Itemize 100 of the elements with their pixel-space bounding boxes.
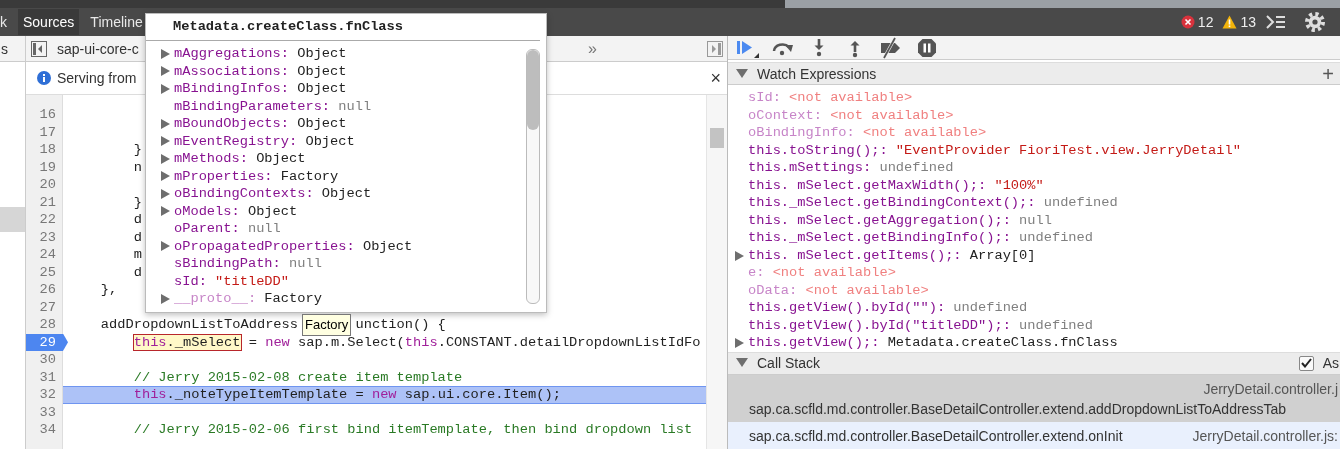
tooltip: Factory <box>302 314 352 336</box>
watch-expression[interactable]: this.toString();: "EventProvider FioriTest.view.JerryDetail" <box>748 141 1241 160</box>
line-number[interactable]: 31 <box>26 368 62 386</box>
line-number[interactable]: 18 <box>26 141 62 159</box>
object-property[interactable]: mAssociations: Object <box>174 62 347 80</box>
panel-tab[interactable]: k <box>0 9 12 35</box>
expand-triangle-icon[interactable] <box>161 293 170 304</box>
scrollbar-thumb[interactable] <box>710 128 724 148</box>
expand-triangle-icon[interactable] <box>161 188 170 199</box>
code-line: n <box>132 159 142 175</box>
object-property[interactable]: sBindingPath: null <box>174 255 322 273</box>
line-number[interactable]: 27 <box>26 298 62 316</box>
object-property[interactable]: mMethods: Object <box>174 150 306 168</box>
expand-triangle-icon[interactable] <box>161 241 170 252</box>
code-line: } <box>132 142 142 157</box>
call-frame[interactable]: sap.ca.scfld.md.controller.BaseDetailController.extend.onInit JerryDetail.controller.js: <box>728 422 1340 449</box>
object-property[interactable]: mBindingParameters: null <box>174 97 372 115</box>
collapse-triangle-icon[interactable] <box>736 68 748 79</box>
warning-icon <box>1222 15 1238 29</box>
code-line: d <box>132 229 142 245</box>
line-number[interactable]: 22 <box>26 211 62 229</box>
info-icon <box>37 71 51 85</box>
expand-triangle-icon[interactable] <box>161 171 170 182</box>
info-message: Serving from <box>57 70 137 86</box>
line-number[interactable]: 30 <box>26 351 62 369</box>
line-number[interactable]: 29 <box>26 333 68 351</box>
file-tab[interactable]: sap-ui-core-c <box>57 40 139 57</box>
watch-expression[interactable]: this._mSelect.getBindingContext();: undefined <box>748 194 1118 212</box>
call-frame[interactable]: JerryDetail.controller.j sap.ca.scfld.md.controller.BaseDetailController.extend.addDropdownListToAddressTab <box>728 375 1340 422</box>
code-line: // Jerry 2015-02-08 create item template <box>132 369 463 385</box>
line-number[interactable]: 34 <box>26 421 62 439</box>
watch-expression[interactable]: this. mSelect.getItems();: Array[0] <box>748 246 1036 265</box>
watch-expression[interactable]: this.mSettings: undefined <box>748 159 954 177</box>
object-property[interactable]: mAggregations: Object <box>174 45 347 63</box>
watch-expression[interactable]: this. mSelect.getMaxWidth();: "100%" <box>748 176 1044 195</box>
line-number[interactable]: 19 <box>26 158 62 176</box>
code-line: m <box>132 247 142 262</box>
code-line: d <box>132 212 142 227</box>
expand-triangle-icon[interactable] <box>161 83 170 94</box>
object-property[interactable]: oModels: Object <box>174 202 298 220</box>
object-property[interactable]: mEventRegistry: Object <box>174 132 355 150</box>
checkmark-icon <box>1300 358 1312 369</box>
frame-function: sap.ca.scfld.md.controller.BaseDetailController.extend.onInit <box>749 427 1123 446</box>
expand-triangle-icon[interactable] <box>735 250 744 261</box>
frame-location: JerryDetail.controller.j <box>1203 380 1338 399</box>
expand-triangle-icon[interactable] <box>735 338 744 349</box>
panel-tab[interactable]: Timeline <box>85 9 148 35</box>
close-button[interactable]: × <box>710 67 721 89</box>
object-property[interactable]: mBoundObjects: Object <box>174 115 347 133</box>
watch-expression[interactable]: this.getView().byId(""): undefined <box>748 299 1028 317</box>
error-icon <box>1180 15 1195 29</box>
code-line: unction() { <box>355 317 446 332</box>
line-number[interactable]: 33 <box>26 403 62 421</box>
code-line: this._noteTypeItemTemplate = new sap.ui.core.Item(); <box>132 387 561 402</box>
call-stack-header[interactable]: Call Stack As <box>728 351 1340 375</box>
object-property[interactable]: mProperties: Factory <box>174 167 339 185</box>
watch-expression[interactable]: this.getView().byId("titleDD");: undefined <box>748 316 1093 335</box>
async-checkbox[interactable] <box>1298 355 1314 371</box>
error-count: 12 <box>1197 14 1214 30</box>
line-number[interactable]: 17 <box>26 123 62 141</box>
expand-triangle-icon[interactable] <box>161 66 170 77</box>
watch-expression[interactable]: this._mSelect.getBindingInfo();: undefined <box>748 229 1093 247</box>
line-number[interactable]: 21 <box>26 193 62 211</box>
watch-expression[interactable]: this.getView();: Metadata.createClass.fnClass <box>748 334 1118 352</box>
line-number[interactable]: 23 <box>26 228 62 246</box>
line-number[interactable]: 20 <box>26 176 62 194</box>
line-number[interactable]: 28 <box>26 316 62 334</box>
panel-toggle-icon[interactable] <box>707 40 723 57</box>
overflow-button[interactable]: » <box>588 39 597 58</box>
panel-tab[interactable]: Sources <box>18 9 80 35</box>
code-line: } <box>132 194 142 210</box>
line-number[interactable]: 25 <box>26 263 62 281</box>
object-property[interactable]: oBindingContexts: Object <box>174 185 372 203</box>
line-number[interactable]: 24 <box>26 246 62 264</box>
object-property[interactable]: mBindingInfos: Object <box>174 80 347 98</box>
console-drawer-icon[interactable] <box>1265 14 1287 30</box>
collapse-triangle-icon[interactable] <box>736 358 748 369</box>
expand-triangle-icon[interactable] <box>161 48 170 59</box>
line-number[interactable]: 16 <box>26 106 62 124</box>
add-expression-button[interactable]: + <box>1322 64 1334 83</box>
code-line: }, <box>99 282 118 297</box>
line-number[interactable]: 32 <box>26 386 62 404</box>
watch-expression[interactable]: this. mSelect.getAggregation();: null <box>748 211 1052 230</box>
navigator-tab[interactable]: s <box>1 40 8 57</box>
code-line: this._mSelect = new sap.m.Select(this.CONSTANT.detailDropdownListIdFo <box>132 334 701 350</box>
expand-triangle-icon[interactable] <box>161 206 170 217</box>
watch-expressions-header[interactable]: Watch Expressions + <box>728 62 1340 86</box>
expand-triangle-icon[interactable] <box>161 153 170 164</box>
code-line: d <box>132 264 142 280</box>
object-property[interactable]: oPropagatedProperties: Object <box>174 237 413 255</box>
line-number[interactable]: 26 <box>26 281 62 299</box>
code-line: // Jerry 2015-02-06 first bind itemTemplate, then bind dropdown list <box>132 422 693 437</box>
object-property[interactable]: oParent: null <box>174 220 281 238</box>
expand-triangle-icon[interactable] <box>161 118 170 129</box>
object-property[interactable]: sId: "titleDD" <box>174 272 289 290</box>
expand-triangle-icon[interactable] <box>161 136 170 147</box>
settings-icon[interactable] <box>1304 11 1326 33</box>
object-property[interactable]: __proto__: Factory <box>174 290 322 308</box>
sidebar-toggle-icon[interactable] <box>31 40 47 57</box>
scrollbar-thumb[interactable] <box>527 50 539 130</box>
